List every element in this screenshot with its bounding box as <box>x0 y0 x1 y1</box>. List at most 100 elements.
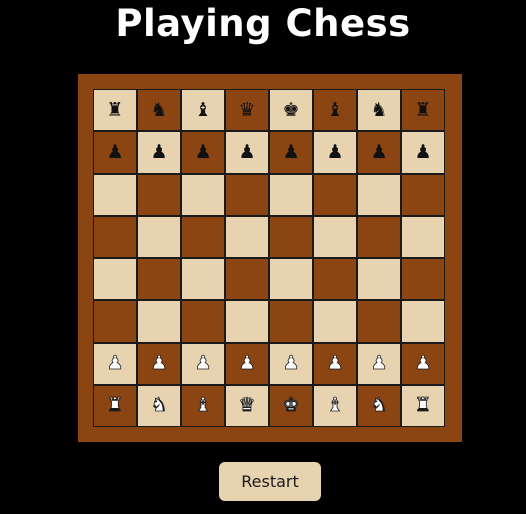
square-a2[interactable]: ♟ <box>93 342 137 385</box>
square-g2[interactable]: ♟ <box>357 342 401 385</box>
black-pawn-icon[interactable]: ♟ <box>414 142 431 162</box>
square-a7[interactable]: ♟ <box>93 131 137 174</box>
white-pawn-icon[interactable]: ♟ <box>326 353 344 373</box>
square-f1[interactable]: ♝ <box>313 384 357 427</box>
square-d7[interactable]: ♟ <box>225 131 269 174</box>
square-b7[interactable]: ♟ <box>137 131 181 174</box>
square-h2[interactable]: ♟ <box>401 342 445 385</box>
square-f2[interactable]: ♟ <box>313 342 357 385</box>
black-king-icon[interactable]: ♚ <box>282 100 299 120</box>
black-pawn-icon[interactable]: ♟ <box>194 142 211 162</box>
square-h7[interactable]: ♟ <box>401 131 445 174</box>
square-h8[interactable]: ♜ <box>401 89 445 132</box>
square-c4[interactable] <box>181 258 225 301</box>
page-title: Playing Chess <box>115 2 411 45</box>
white-pawn-icon[interactable]: ♟ <box>238 353 256 373</box>
square-b8[interactable]: ♞ <box>137 89 181 132</box>
square-b6[interactable] <box>137 173 181 216</box>
square-g1[interactable]: ♞ <box>357 384 401 427</box>
square-b2[interactable]: ♟ <box>137 342 181 385</box>
square-b1[interactable]: ♞ <box>137 384 181 427</box>
square-g8[interactable]: ♞ <box>357 89 401 132</box>
square-h6[interactable] <box>401 173 445 216</box>
square-c7[interactable]: ♟ <box>181 131 225 174</box>
black-bishop-icon[interactable]: ♝ <box>326 100 343 120</box>
square-f7[interactable]: ♟ <box>313 131 357 174</box>
square-d6[interactable] <box>225 173 269 216</box>
square-h1[interactable]: ♜ <box>401 384 445 427</box>
square-h3[interactable] <box>401 300 445 343</box>
black-pawn-icon[interactable]: ♟ <box>150 142 167 162</box>
square-f8[interactable]: ♝ <box>313 89 357 132</box>
square-c2[interactable]: ♟ <box>181 342 225 385</box>
square-g6[interactable] <box>357 173 401 216</box>
square-e1[interactable]: ♚ <box>269 384 313 427</box>
square-a1[interactable]: ♜ <box>93 384 137 427</box>
square-a8[interactable]: ♜ <box>93 89 137 132</box>
white-pawn-icon[interactable]: ♟ <box>414 353 432 373</box>
black-knight-icon[interactable]: ♞ <box>370 100 387 120</box>
square-c5[interactable] <box>181 215 225 258</box>
black-bishop-icon[interactable]: ♝ <box>194 100 211 120</box>
square-b4[interactable] <box>137 258 181 301</box>
square-c6[interactable] <box>181 173 225 216</box>
square-a3[interactable] <box>93 300 137 343</box>
black-rook-icon[interactable]: ♜ <box>106 100 123 120</box>
white-rook-icon[interactable]: ♜ <box>414 395 432 415</box>
black-knight-icon[interactable]: ♞ <box>150 100 167 120</box>
square-e4[interactable] <box>269 258 313 301</box>
square-f6[interactable] <box>313 173 357 216</box>
square-d3[interactable] <box>225 300 269 343</box>
white-pawn-icon[interactable]: ♟ <box>282 353 300 373</box>
square-d1[interactable]: ♛ <box>225 384 269 427</box>
square-f3[interactable] <box>313 300 357 343</box>
square-c1[interactable]: ♝ <box>181 384 225 427</box>
white-knight-icon[interactable]: ♞ <box>150 395 168 415</box>
square-e8[interactable]: ♚ <box>269 89 313 132</box>
chessboard-frame: ♜ ♞ ♝ ♛ ♚ ♝ ♞ ♜ ♟ ♟ ♟ ♟ ♟ ♟ ♟ ♟ ♟ ♟ ♟ ♟ ♟ ♟ ♟ ♟ ♜ ♞ ♝ ♛ ♚ ♝ ♞ ♜ <box>78 74 462 442</box>
black-pawn-icon[interactable]: ♟ <box>326 142 343 162</box>
square-a4[interactable] <box>93 258 137 301</box>
white-knight-icon[interactable]: ♞ <box>370 395 388 415</box>
square-d8[interactable]: ♛ <box>225 89 269 132</box>
square-a5[interactable] <box>93 215 137 258</box>
square-g5[interactable] <box>357 215 401 258</box>
white-pawn-icon[interactable]: ♟ <box>370 353 388 373</box>
white-pawn-icon[interactable]: ♟ <box>106 353 124 373</box>
white-bishop-icon[interactable]: ♝ <box>194 395 212 415</box>
square-e3[interactable] <box>269 300 313 343</box>
white-pawn-icon[interactable]: ♟ <box>194 353 212 373</box>
restart-button[interactable]: Restart <box>219 462 321 501</box>
square-g3[interactable] <box>357 300 401 343</box>
square-g4[interactable] <box>357 258 401 301</box>
square-e2[interactable]: ♟ <box>269 342 313 385</box>
square-b3[interactable] <box>137 300 181 343</box>
square-a6[interactable] <box>93 173 137 216</box>
square-b5[interactable] <box>137 215 181 258</box>
square-h4[interactable] <box>401 258 445 301</box>
white-king-icon[interactable]: ♚ <box>282 395 300 415</box>
square-d5[interactable] <box>225 215 269 258</box>
black-queen-icon[interactable]: ♛ <box>238 100 255 120</box>
square-d2[interactable]: ♟ <box>225 342 269 385</box>
white-queen-icon[interactable]: ♛ <box>238 395 256 415</box>
square-h5[interactable] <box>401 215 445 258</box>
chessboard: ♜ ♞ ♝ ♛ ♚ ♝ ♞ ♜ ♟ ♟ ♟ ♟ ♟ ♟ ♟ ♟ ♟ ♟ ♟ ♟ ♟ ♟ ♟ ♟ ♜ ♞ ♝ ♛ ♚ ♝ ♞ ♜ <box>93 89 445 427</box>
black-pawn-icon[interactable]: ♟ <box>370 142 387 162</box>
black-pawn-icon[interactable]: ♟ <box>282 142 299 162</box>
white-bishop-icon[interactable]: ♝ <box>326 395 344 415</box>
white-rook-icon[interactable]: ♜ <box>106 395 124 415</box>
square-c8[interactable]: ♝ <box>181 89 225 132</box>
square-e5[interactable] <box>269 215 313 258</box>
black-pawn-icon[interactable]: ♟ <box>238 142 255 162</box>
square-d4[interactable] <box>225 258 269 301</box>
square-f5[interactable] <box>313 215 357 258</box>
square-c3[interactable] <box>181 300 225 343</box>
white-pawn-icon[interactable]: ♟ <box>150 353 168 373</box>
square-g7[interactable]: ♟ <box>357 131 401 174</box>
square-f4[interactable] <box>313 258 357 301</box>
square-e6[interactable] <box>269 173 313 216</box>
black-rook-icon[interactable]: ♜ <box>414 100 431 120</box>
black-pawn-icon[interactable]: ♟ <box>106 142 123 162</box>
square-e7[interactable]: ♟ <box>269 131 313 174</box>
